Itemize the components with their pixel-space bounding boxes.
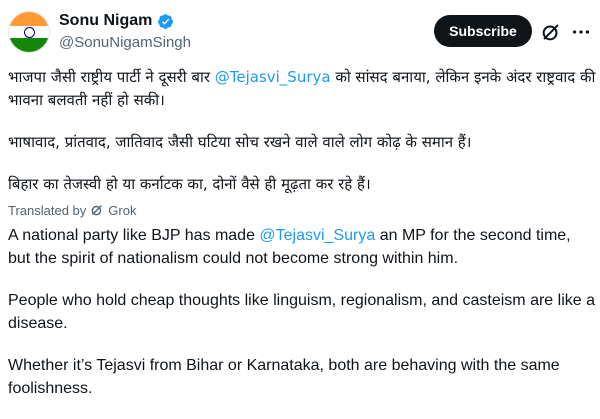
more-dots-icon[interactable] xyxy=(570,21,592,43)
user-handle[interactable]: @SonuNigamSingh xyxy=(59,34,191,51)
flag-green-band xyxy=(9,38,49,52)
name-row: Sonu Nigam xyxy=(59,12,174,30)
grok-icon[interactable] xyxy=(540,21,562,43)
original-p1-text-before: भाजपा जैसी राष्ट्रीय पार्टी ने दूसरी बार xyxy=(8,68,215,86)
subscribe-button[interactable]: Subscribe xyxy=(434,15,532,47)
mention-link[interactable]: @Tejasvi_Surya xyxy=(259,227,375,244)
translated-paragraph-2: People who hold cheap thoughts like ling… xyxy=(8,292,595,332)
ashoka-chakra-icon xyxy=(24,27,35,38)
translated-p1-text-before: A national party like BJP has made xyxy=(8,227,260,244)
original-paragraph-2: भाषावाद, प्रांतवाद, जातिवाद जैसी घटिया स… xyxy=(8,133,472,151)
original-paragraph-1: भाजपा जैसी राष्ट्रीय पार्टी ने दूसरी बार… xyxy=(8,66,596,112)
mention-link[interactable]: @Tejasvi_Surya xyxy=(215,68,331,86)
translated-paragraph-1: A national party like BJP has made @Teja… xyxy=(8,224,596,270)
verified-badge-icon xyxy=(158,13,174,29)
flag-saffron-band xyxy=(9,12,49,26)
original-paragraph-3: बिहार का तेजस्वी हो या कर्नाटक का, दोनों… xyxy=(8,175,371,193)
display-name[interactable]: Sonu Nigam xyxy=(59,12,152,30)
translation-provider: Grok xyxy=(108,202,137,218)
tweet-body: भाजपा जैसी राष्ट्रीय पार्टी ने दूसरी बार… xyxy=(8,66,596,419)
avatar[interactable] xyxy=(8,11,50,53)
translated-paragraph-3: Whether it’s Tejasvi from Bihar or Karna… xyxy=(8,357,560,397)
translated-by-label: Translated by xyxy=(8,202,87,218)
translated-by-row: Translated by Grok xyxy=(8,201,596,219)
tweet-header: Sonu Nigam @SonuNigamSingh Subscribe xyxy=(0,0,600,62)
grok-logo-icon xyxy=(91,205,103,216)
